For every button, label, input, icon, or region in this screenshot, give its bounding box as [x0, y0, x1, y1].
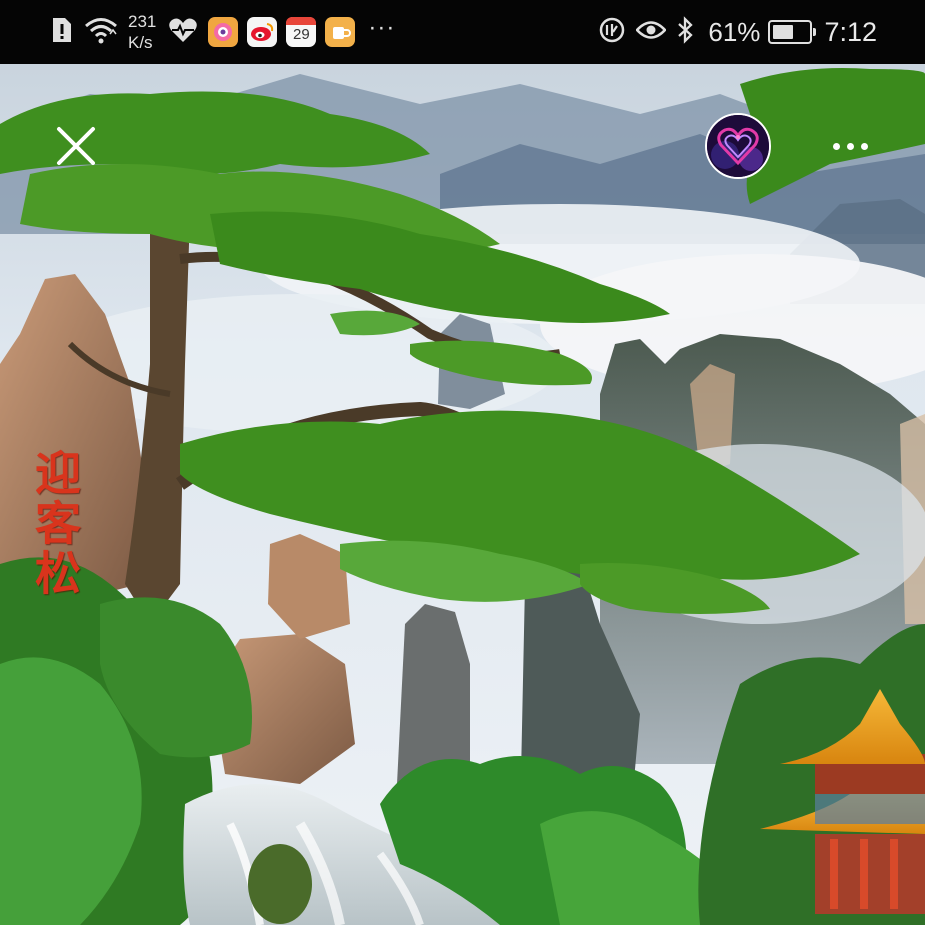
more-dot — [846, 142, 854, 150]
battery-fill — [773, 25, 794, 39]
calendar-day: 29 — [293, 26, 310, 43]
wifi-icon — [84, 16, 118, 49]
more-dot — [832, 142, 840, 150]
battery-tip — [813, 28, 817, 36]
network-speed-unit: K/s — [128, 33, 153, 52]
alert-icon — [50, 16, 74, 49]
network-speed: 231 K/s — [128, 11, 156, 53]
health-heart-icon — [168, 17, 198, 48]
camera-app-icon — [208, 17, 239, 47]
landscape-illustration — [0, 64, 925, 925]
battery-percent: 61% — [708, 16, 761, 47]
status-bar-right: 61% 7:12 — [598, 0, 877, 64]
close-icon — [57, 127, 95, 165]
heart-avatar-icon — [707, 115, 769, 177]
more-options-button[interactable] — [818, 128, 882, 164]
calendar-app-icon: 29 — [286, 17, 317, 47]
rock-carving-text: 迎客松 — [28, 449, 82, 599]
close-button[interactable] — [52, 122, 100, 170]
status-bar-left: 231 K/s 29 ··· — [50, 0, 395, 64]
status-bar: 231 K/s 29 ··· 61% 7:12 — [0, 0, 925, 64]
mossy-rock — [248, 844, 312, 924]
calendar-header — [286, 17, 317, 25]
bluetooth-icon — [676, 15, 694, 49]
clock: 7:12 — [824, 16, 877, 47]
avatar[interactable] — [705, 113, 771, 179]
network-speed-value: 231 — [128, 12, 157, 31]
more-dot — [860, 142, 868, 150]
more-notifications-icon: ··· — [368, 14, 396, 41]
cup-app-icon — [325, 17, 356, 47]
nfc-icon — [598, 16, 626, 49]
eye-comfort-icon — [635, 19, 668, 46]
weibo-app-icon — [247, 17, 278, 47]
battery-icon — [768, 20, 817, 44]
landscape-image[interactable]: 迎客松 — [0, 64, 925, 925]
